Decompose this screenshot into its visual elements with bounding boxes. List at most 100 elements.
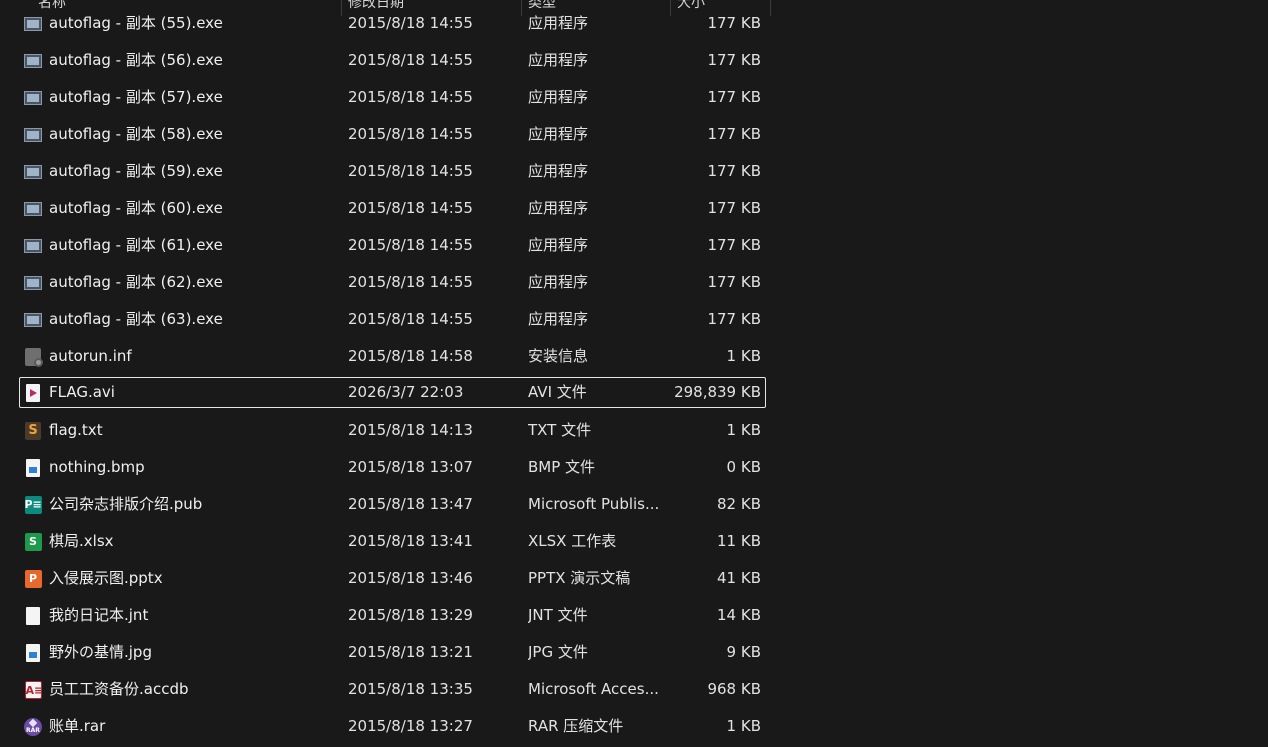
- exe-icon: [23, 230, 43, 261]
- file-size: 177 KB: [707, 14, 761, 32]
- blank-file-icon: [23, 600, 43, 631]
- file-name: FLAG.avi: [49, 383, 115, 401]
- file-row[interactable]: A≡ 员工工资备份.accdb 2015/8/18 13:35 Microsof…: [19, 674, 766, 705]
- file-name: autoflag - 副本 (63).exe: [49, 310, 223, 328]
- file-type: 应用程序: [528, 14, 589, 32]
- file-size: 177 KB: [707, 125, 761, 143]
- file-type: 应用程序: [528, 310, 589, 328]
- file-row[interactable]: P 入侵展示图.pptx 2015/8/18 13:46 PPTX 演示文稿 4…: [19, 563, 766, 594]
- file-row[interactable]: autoflag - 副本 (63).exe 2015/8/18 14:55 应…: [19, 304, 766, 335]
- file-row[interactable]: autoflag - 副本 (60).exe 2015/8/18 14:55 应…: [19, 193, 766, 224]
- file-name: 野外の基情.jpg: [49, 643, 152, 661]
- file-name: autoflag - 副本 (62).exe: [49, 273, 223, 291]
- file-type: XLSX 工作表: [528, 532, 617, 550]
- file-date: 2015/8/18 14:55: [348, 125, 473, 143]
- file-row[interactable]: nothing.bmp 2015/8/18 13:07 BMP 文件 0 KB: [19, 452, 766, 483]
- file-type: BMP 文件: [528, 458, 596, 476]
- file-name: autoflag - 副本 (59).exe: [49, 162, 223, 180]
- file-date: 2015/8/18 14:55: [348, 310, 473, 328]
- exe-icon: [23, 304, 43, 335]
- file-row[interactable]: S flag.txt 2015/8/18 14:13 TXT 文件 1 KB: [19, 415, 766, 446]
- file-size: 298,839 KB: [674, 383, 761, 401]
- file-type: 应用程序: [528, 88, 589, 106]
- file-name: autoflag - 副本 (60).exe: [49, 199, 223, 217]
- file-size: 11 KB: [717, 532, 761, 550]
- file-date: 2015/8/18 14:55: [348, 236, 473, 254]
- file-type: 应用程序: [528, 51, 589, 69]
- file-size: 14 KB: [717, 606, 761, 624]
- file-date: 2015/8/18 14:55: [348, 14, 473, 32]
- file-type: 安装信息: [528, 347, 589, 365]
- access-database-icon: A≡: [23, 674, 43, 705]
- file-date: 2015/8/18 14:55: [348, 51, 473, 69]
- file-type: AVI 文件: [528, 383, 587, 401]
- file-row[interactable]: autoflag - 副本 (61).exe 2015/8/18 14:55 应…: [19, 230, 766, 261]
- file-size: 1 KB: [726, 421, 761, 439]
- file-size: 177 KB: [707, 162, 761, 180]
- file-row[interactable]: autoflag - 副本 (56).exe 2015/8/18 14:55 应…: [19, 45, 766, 76]
- rar-archive-icon: RAR: [23, 711, 43, 742]
- file-name: 账单.rar: [49, 717, 106, 735]
- file-type: Microsoft Publis...: [528, 495, 660, 513]
- file-row[interactable]: autoflag - 副本 (58).exe 2015/8/18 14:55 应…: [19, 119, 766, 150]
- file-name: autoflag - 副本 (57).exe: [49, 88, 223, 106]
- file-type: 应用程序: [528, 199, 589, 217]
- file-type: RAR 压缩文件: [528, 717, 624, 735]
- file-size: 41 KB: [717, 569, 761, 587]
- file-name: autoflag - 副本 (58).exe: [49, 125, 223, 143]
- file-size: 82 KB: [717, 495, 761, 513]
- file-date: 2015/8/18 13:07: [348, 458, 473, 476]
- file-row[interactable]: S 棋局.xlsx 2015/8/18 13:41 XLSX 工作表 11 KB: [19, 526, 766, 557]
- file-type: JPG 文件: [528, 643, 588, 661]
- file-size: 177 KB: [707, 199, 761, 217]
- file-type: JNT 文件: [528, 606, 588, 624]
- file-date: 2015/8/18 13:27: [348, 717, 473, 735]
- file-name: 我的日记本.jnt: [49, 606, 149, 624]
- file-type: 应用程序: [528, 125, 589, 143]
- file-row[interactable]: autoflag - 副本 (55).exe 2015/8/18 14:55 应…: [19, 8, 766, 39]
- file-row-selected[interactable]: FLAG.avi 2026/3/7 22:03 AVI 文件 298,839 K…: [19, 377, 766, 408]
- file-date: 2015/8/18 14:58: [348, 347, 473, 365]
- file-date: 2015/8/18 13:46: [348, 569, 473, 587]
- file-type: 应用程序: [528, 273, 589, 291]
- file-row[interactable]: autoflag - 副本 (57).exe 2015/8/18 14:55 应…: [19, 82, 766, 113]
- image-file-icon: [23, 452, 43, 483]
- exe-icon: [23, 82, 43, 113]
- file-row[interactable]: P≡ 公司杂志排版介绍.pub 2015/8/18 13:47 Microsof…: [19, 489, 766, 520]
- file-size: 177 KB: [707, 236, 761, 254]
- file-date: 2015/8/18 13:41: [348, 532, 473, 550]
- publisher-icon: P≡: [23, 489, 43, 520]
- inf-settings-icon: [23, 341, 43, 372]
- file-name: nothing.bmp: [49, 458, 145, 476]
- file-type: TXT 文件: [528, 421, 592, 439]
- file-name: 棋局.xlsx: [49, 532, 114, 550]
- file-explorer-view: 名称 修改日期 类型 大小 autoflag - 副本 (55).exe 201…: [0, 0, 1268, 747]
- file-type: PPTX 演示文稿: [528, 569, 631, 587]
- presentation-icon: P: [23, 563, 43, 594]
- exe-icon: [23, 8, 43, 39]
- exe-icon: [23, 193, 43, 224]
- file-name: flag.txt: [49, 421, 103, 439]
- file-type: Microsoft Acces...: [528, 680, 659, 698]
- file-date: 2015/8/18 14:13: [348, 421, 473, 439]
- file-row[interactable]: RAR 账单.rar 2015/8/18 13:27 RAR 压缩文件 1 KB: [19, 711, 766, 742]
- file-name: autorun.inf: [49, 347, 132, 365]
- file-row[interactable]: 我的日记本.jnt 2015/8/18 13:29 JNT 文件 14 KB: [19, 600, 766, 631]
- exe-icon: [23, 156, 43, 187]
- file-size: 1 KB: [726, 347, 761, 365]
- file-row[interactable]: 野外の基情.jpg 2015/8/18 13:21 JPG 文件 9 KB: [19, 637, 766, 668]
- file-row[interactable]: autorun.inf 2015/8/18 14:58 安装信息 1 KB: [19, 341, 766, 372]
- file-name: 入侵展示图.pptx: [49, 569, 163, 587]
- exe-icon: [23, 119, 43, 150]
- file-size: 177 KB: [707, 51, 761, 69]
- file-date: 2015/8/18 13:21: [348, 643, 473, 661]
- file-date: 2015/8/18 14:55: [348, 162, 473, 180]
- file-row[interactable]: autoflag - 副本 (62).exe 2015/8/18 14:55 应…: [19, 267, 766, 298]
- file-date: 2026/3/7 22:03: [348, 383, 464, 401]
- text-file-icon: S: [23, 415, 43, 446]
- exe-icon: [23, 45, 43, 76]
- file-date: 2015/8/18 13:29: [348, 606, 473, 624]
- file-type: 应用程序: [528, 236, 589, 254]
- file-size: 0 KB: [726, 458, 761, 476]
- file-row[interactable]: autoflag - 副本 (59).exe 2015/8/18 14:55 应…: [19, 156, 766, 187]
